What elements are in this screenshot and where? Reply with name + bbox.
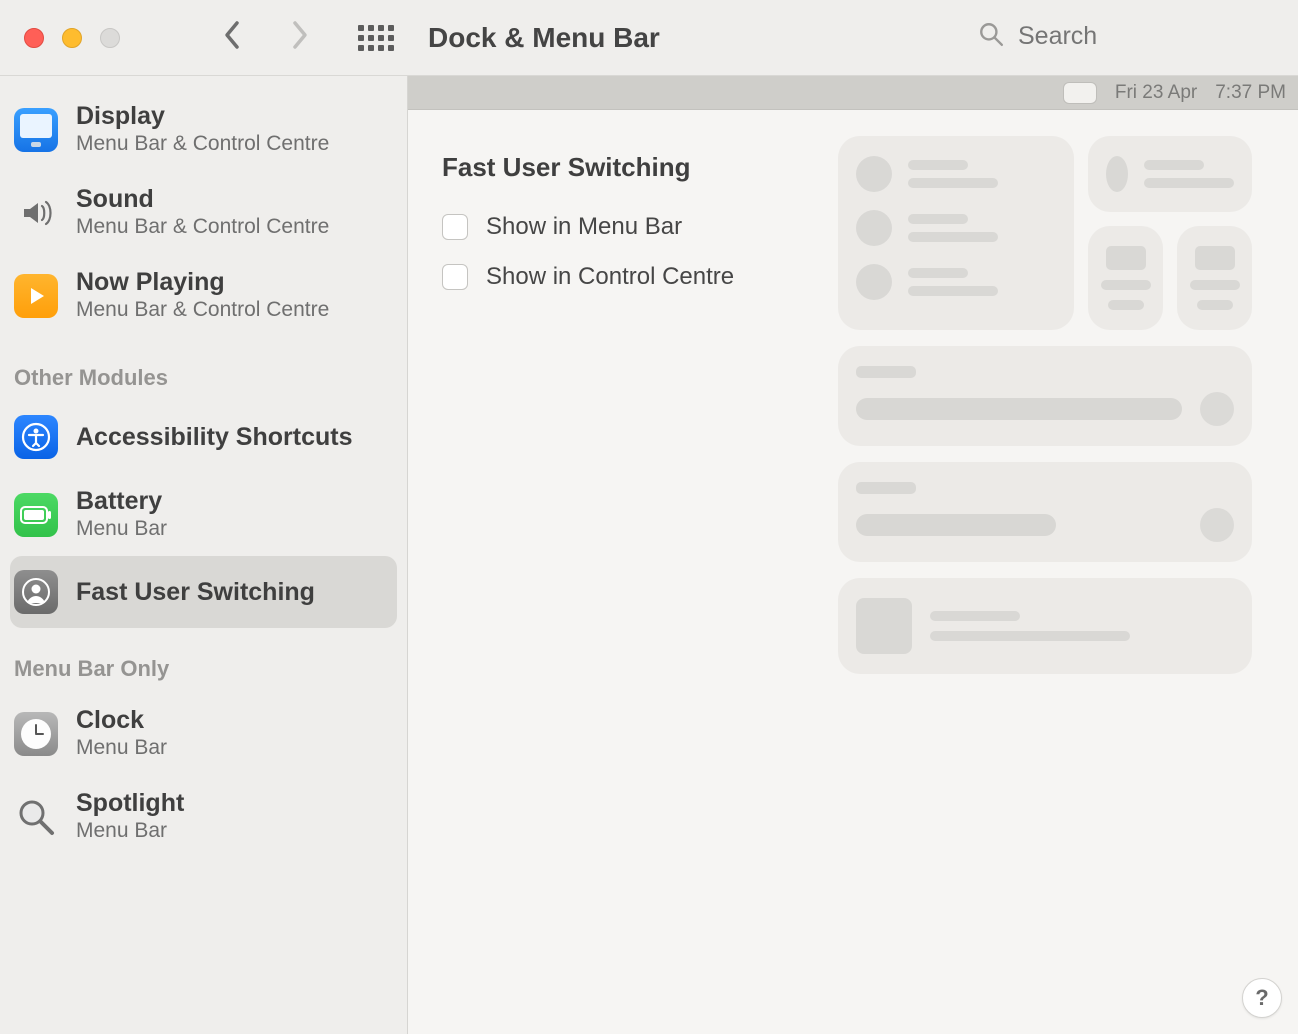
accessibility-icon	[14, 415, 58, 459]
show-all-prefs-button[interactable]	[358, 25, 394, 51]
show-in-control-centre-row[interactable]: Show in Control Centre	[442, 263, 788, 291]
sidebar-item-label: Fast User Switching	[76, 578, 315, 607]
sidebar-item-label: Accessibility Shortcuts	[76, 423, 352, 452]
cc-panel-small-1	[1088, 136, 1252, 212]
sidebar-item-sub: Menu Bar & Control Centre	[76, 131, 329, 157]
page-title: Dock & Menu Bar	[428, 22, 660, 54]
sidebar-item-label: Clock	[76, 706, 167, 735]
show-in-menubar-checkbox[interactable]	[442, 214, 468, 240]
sidebar-item-sub: Menu Bar	[76, 735, 167, 761]
sidebar-item-battery[interactable]: Battery Menu Bar	[10, 473, 397, 556]
sidebar-item-sub: Menu Bar	[76, 818, 184, 844]
forward-button[interactable]	[286, 20, 312, 55]
search-input[interactable]	[1018, 22, 1238, 51]
back-button[interactable]	[220, 20, 246, 55]
cc-panel-tiny-2	[1177, 226, 1252, 330]
menubar-date: Fri 23 Apr	[1115, 82, 1197, 104]
help-button[interactable]: ?	[1242, 978, 1282, 1018]
display-icon	[14, 108, 58, 152]
now-playing-icon	[14, 274, 58, 318]
sidebar-item-sub: Menu Bar	[76, 516, 167, 542]
sidebar-item-label: Now Playing	[76, 268, 329, 297]
close-window-button[interactable]	[24, 28, 44, 48]
sound-icon	[14, 191, 58, 235]
sidebar-heading-other: Other Modules	[10, 337, 397, 401]
minimize-window-button[interactable]	[62, 28, 82, 48]
sidebar-item-now-playing[interactable]: Now Playing Menu Bar & Control Centre	[10, 254, 397, 337]
search-field-wrap[interactable]	[978, 16, 1278, 60]
window-toolbar: Dock & Menu Bar	[0, 0, 1298, 76]
content-pane: Fri 23 Apr 7:37 PM Fast User Switching S…	[408, 76, 1298, 1034]
window-controls	[24, 28, 120, 48]
sidebar-item-label: Spotlight	[76, 789, 184, 818]
menubar-time: 7:37 PM	[1215, 82, 1286, 104]
battery-icon	[14, 493, 58, 537]
sidebar-item-sub: Menu Bar & Control Centre	[76, 297, 329, 323]
show-in-menubar-label: Show in Menu Bar	[486, 213, 682, 241]
sidebar-item-spotlight[interactable]: Spotlight Menu Bar	[10, 775, 397, 858]
sidebar-item-accessibility[interactable]: Accessibility Shortcuts	[10, 401, 397, 473]
fullscreen-window-button[interactable]	[100, 28, 120, 48]
show-in-control-centre-label: Show in Control Centre	[486, 263, 734, 291]
sidebar-item-sub: Menu Bar & Control Centre	[76, 214, 329, 240]
cc-panel-tiny-1	[1088, 226, 1163, 330]
cc-panel-slider-2	[838, 462, 1252, 562]
user-icon	[14, 570, 58, 614]
sidebar-item-label: Display	[76, 102, 329, 131]
nav-arrows	[220, 20, 312, 55]
menubar-preview: Fri 23 Apr 7:37 PM	[408, 76, 1298, 110]
cc-panel-media	[838, 578, 1252, 674]
show-in-menubar-row[interactable]: Show in Menu Bar	[442, 213, 788, 241]
sidebar-item-clock[interactable]: Clock Menu Bar	[10, 692, 397, 775]
sidebar-item-label: Sound	[76, 185, 329, 214]
search-icon	[978, 21, 1004, 52]
sidebar[interactable]: Display Menu Bar & Control Centre Sound …	[0, 76, 408, 1034]
sidebar-item-label: Battery	[76, 487, 167, 516]
sidebar-item-sound[interactable]: Sound Menu Bar & Control Centre	[10, 171, 397, 254]
cc-panel-slider-1	[838, 346, 1252, 446]
control-centre-menubar-icon	[1063, 82, 1097, 104]
clock-icon	[14, 712, 58, 756]
spotlight-icon	[14, 795, 58, 839]
sidebar-item-fast-user-switching[interactable]: Fast User Switching	[10, 556, 397, 628]
show-in-control-centre-checkbox[interactable]	[442, 264, 468, 290]
settings-heading: Fast User Switching	[442, 152, 788, 183]
cc-panel-users	[838, 136, 1074, 330]
sidebar-heading-mbonly: Menu Bar Only	[10, 628, 397, 692]
sidebar-item-display[interactable]: Display Menu Bar & Control Centre	[10, 88, 397, 171]
control-centre-preview	[838, 126, 1298, 704]
help-icon: ?	[1255, 985, 1268, 1011]
